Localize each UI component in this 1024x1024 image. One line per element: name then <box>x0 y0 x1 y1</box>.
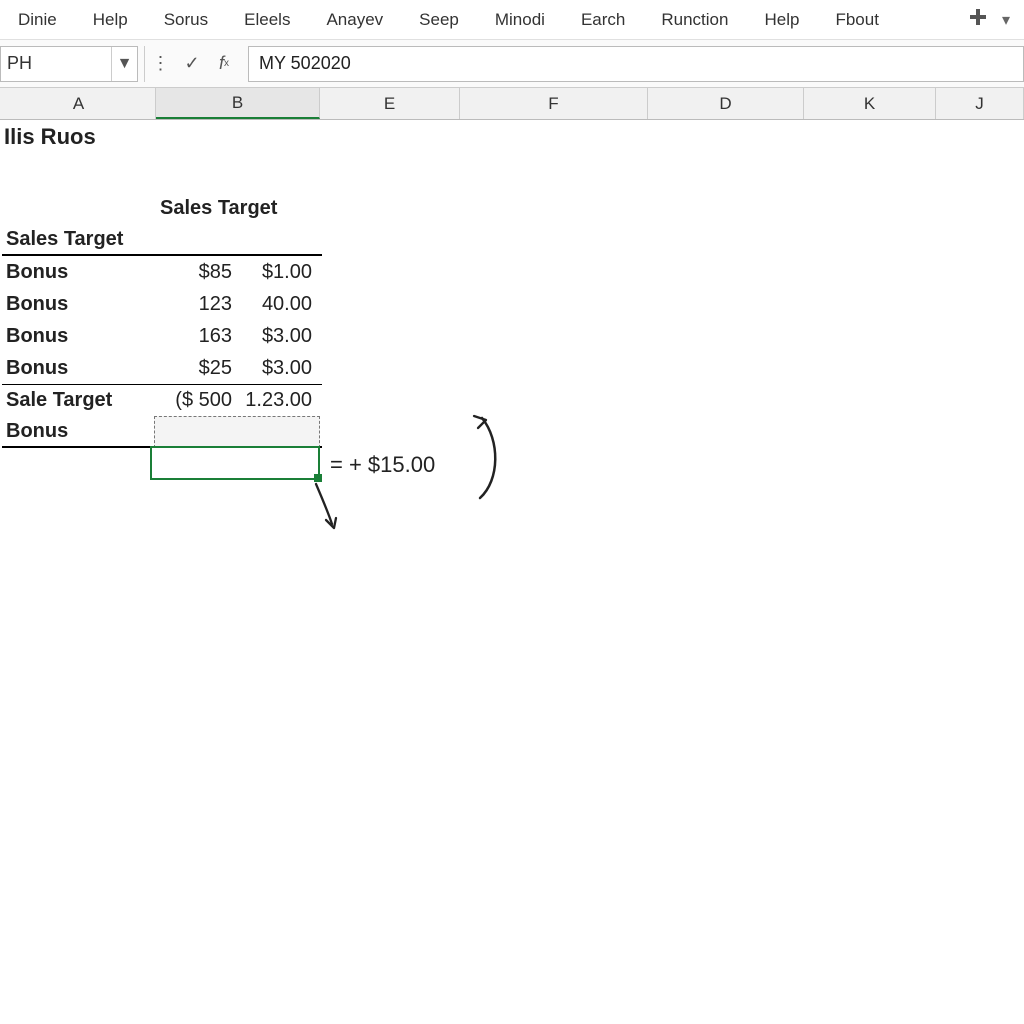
row-label-0: Bonus <box>2 261 156 284</box>
row-label-3: Bonus <box>2 357 156 380</box>
formula-fx-icon[interactable]: fx <box>208 46 240 82</box>
menu-item-2[interactable]: Sorus <box>150 4 222 36</box>
col-header-E[interactable]: E <box>320 88 460 119</box>
fill-handle[interactable] <box>314 474 322 482</box>
name-box-dropdown-icon[interactable]: ▼ <box>111 47 137 81</box>
row-label-2: Bonus <box>2 325 156 348</box>
name-box-value: PH <box>1 53 111 74</box>
data-table: Sales Target Sales Target Bonus $85 $1.0… <box>2 156 322 448</box>
menu-item-10[interactable]: Fbout <box>821 4 892 36</box>
menu-item-4[interactable]: Anayev <box>312 4 397 36</box>
toolbar-split-icon[interactable] <box>964 8 992 31</box>
col-header-K[interactable]: K <box>804 88 936 119</box>
formula-confirm-icon[interactable]: ✓ <box>176 46 208 82</box>
col-header-J[interactable]: J <box>936 88 1024 119</box>
name-box[interactable]: PH ▼ <box>0 46 138 82</box>
row-v1-0[interactable]: $85 <box>156 261 238 284</box>
formula-separator-icon: ⋮ <box>144 46 176 82</box>
menu-item-8[interactable]: Runction <box>647 4 742 36</box>
menu-bar: Dinie Help Sorus Eleels Anayev Seep Mino… <box>0 0 1024 40</box>
row-v2-4[interactable]: 1.23.00 <box>238 389 320 412</box>
formula-result-annotation: = + $15.00 <box>330 452 435 478</box>
row-v2-2[interactable]: $3.00 <box>238 325 320 348</box>
row-v2-3[interactable]: $3.00 <box>238 357 320 380</box>
row-v1-3[interactable]: $25 <box>156 357 238 380</box>
row-v1-1[interactable]: 123 <box>156 293 238 316</box>
menu-item-5[interactable]: Seep <box>405 4 473 36</box>
row-label-4: Sale Target <box>2 389 156 412</box>
cell-text-ilis[interactable]: Ilis Ruos <box>0 120 1024 154</box>
menu-item-1[interactable]: Help <box>79 4 142 36</box>
column-headers: A B E F D K J <box>0 88 1024 120</box>
toolbar-dropdown-icon[interactable]: ▾ <box>992 10 1020 30</box>
row-v1-4[interactable]: ($ 500 <box>156 389 238 412</box>
menu-item-0[interactable]: Dinie <box>4 4 71 36</box>
col-header-A[interactable]: A <box>2 88 156 119</box>
row-label-1: Bonus <box>2 293 156 316</box>
table-header-title: Sales Target <box>156 197 320 220</box>
formula-bar-row: PH ▼ ⋮ ✓ fx MY 502020 <box>0 40 1024 88</box>
row-v2-1[interactable]: 40.00 <box>238 293 320 316</box>
formula-input[interactable]: MY 502020 <box>248 46 1024 82</box>
col-header-B[interactable]: B <box>156 88 320 119</box>
row-label-5: Bonus <box>2 420 156 443</box>
table-subheader: Sales Target <box>2 228 156 251</box>
menu-item-7[interactable]: Earch <box>567 4 639 36</box>
col-header-F[interactable]: F <box>460 88 648 119</box>
active-cell[interactable] <box>150 446 320 480</box>
row-v1-2[interactable]: 163 <box>156 325 238 348</box>
col-header-D[interactable]: D <box>648 88 804 119</box>
menu-item-9[interactable]: Help <box>750 4 813 36</box>
row-v2-0[interactable]: $1.00 <box>238 261 320 284</box>
spreadsheet-grid[interactable]: Ilis Ruos Sales Target Sales Target Bonu… <box>0 120 1024 1024</box>
referenced-cell-highlight <box>154 416 320 448</box>
menu-item-6[interactable]: Minodi <box>481 4 559 36</box>
menu-item-3[interactable]: Eleels <box>230 4 304 36</box>
